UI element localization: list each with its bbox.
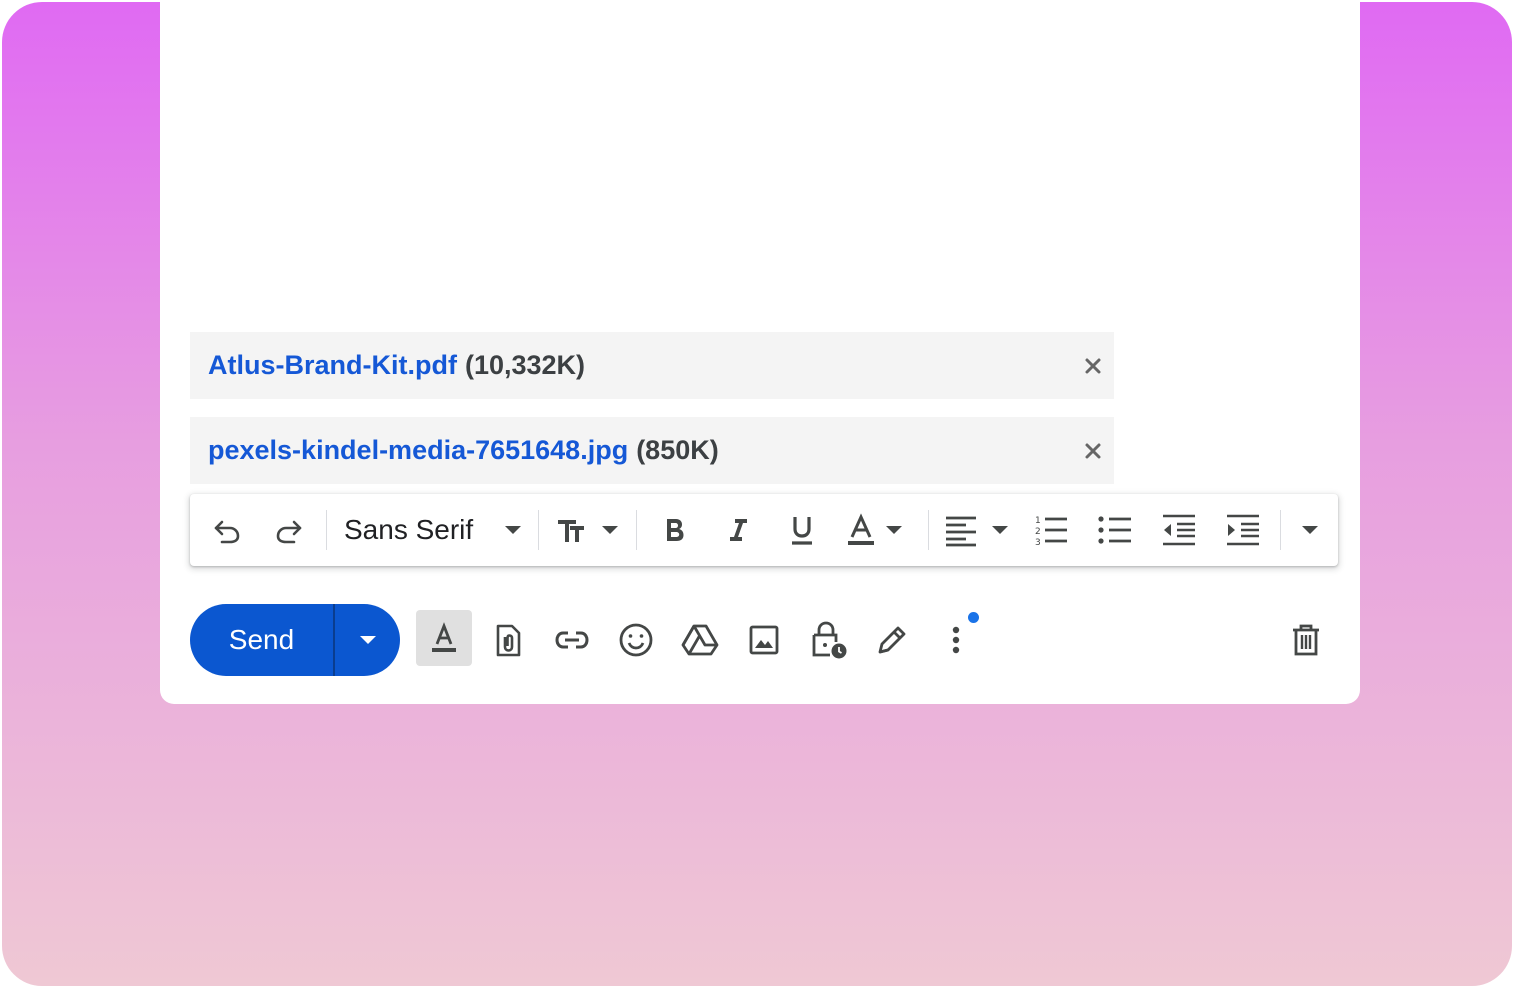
insert-photo-icon[interactable]	[736, 612, 792, 668]
bold-icon[interactable]	[652, 508, 696, 552]
italic-icon[interactable]	[716, 508, 760, 552]
attachment-chip[interactable]: Atlus-Brand-Kit.pdf (10,332K)	[190, 332, 1114, 399]
redo-icon[interactable]	[268, 508, 310, 552]
close-icon[interactable]	[1080, 438, 1106, 464]
attachment-size: (850K)	[636, 435, 719, 465]
notification-dot	[968, 612, 979, 623]
signature-icon[interactable]	[864, 612, 920, 668]
insert-link-icon[interactable]	[544, 612, 600, 668]
svg-text:1: 1	[1035, 516, 1041, 526]
send-button-group: Send	[190, 604, 400, 676]
attachment-name[interactable]: Atlus-Brand-Kit.pdf	[208, 350, 457, 381]
font-size-icon[interactable]	[552, 508, 624, 552]
attachment-chip[interactable]: pexels-kindel-media-7651648.jpg (850K)	[190, 417, 1114, 484]
bulleted-list-icon[interactable]	[1092, 508, 1138, 552]
chevron-down-icon	[505, 526, 521, 534]
formatting-options-icon[interactable]	[416, 610, 472, 666]
discard-draft-icon[interactable]	[1278, 612, 1334, 668]
font-family-label: Sans Serif	[344, 514, 474, 545]
align-icon[interactable]	[942, 508, 1014, 552]
schedule-send-dropdown[interactable]	[335, 604, 400, 676]
indent-more-icon[interactable]	[1220, 508, 1266, 552]
svg-text:2: 2	[1035, 527, 1041, 537]
toolbar-divider	[636, 510, 637, 550]
text-color-icon[interactable]	[842, 508, 918, 552]
formatting-toolbar: Sans Serif 1 2 3	[190, 494, 1338, 566]
confidential-mode-icon[interactable]	[800, 612, 856, 668]
indent-less-icon[interactable]	[1156, 508, 1202, 552]
numbered-list-icon[interactable]: 1 2 3	[1028, 508, 1074, 552]
more-formatting-icon[interactable]	[1290, 508, 1330, 552]
toolbar-divider	[928, 510, 929, 550]
chevron-down-icon	[359, 636, 376, 644]
toolbar-divider	[538, 510, 539, 550]
attach-file-icon[interactable]	[480, 612, 536, 668]
attachment-size: (10,332K)	[464, 350, 586, 380]
send-button[interactable]: Send	[190, 604, 333, 676]
undo-icon[interactable]	[206, 508, 248, 552]
emoji-icon[interactable]	[608, 612, 664, 668]
drive-icon[interactable]	[672, 612, 728, 668]
attachment-name[interactable]: pexels-kindel-media-7651648.jpg	[208, 435, 628, 466]
close-icon[interactable]	[1080, 353, 1106, 379]
svg-text:3: 3	[1035, 538, 1041, 547]
toolbar-divider	[326, 510, 327, 550]
underline-icon[interactable]	[780, 508, 824, 552]
toolbar-divider	[1280, 510, 1281, 550]
font-family-select[interactable]: Sans Serif	[338, 508, 528, 552]
